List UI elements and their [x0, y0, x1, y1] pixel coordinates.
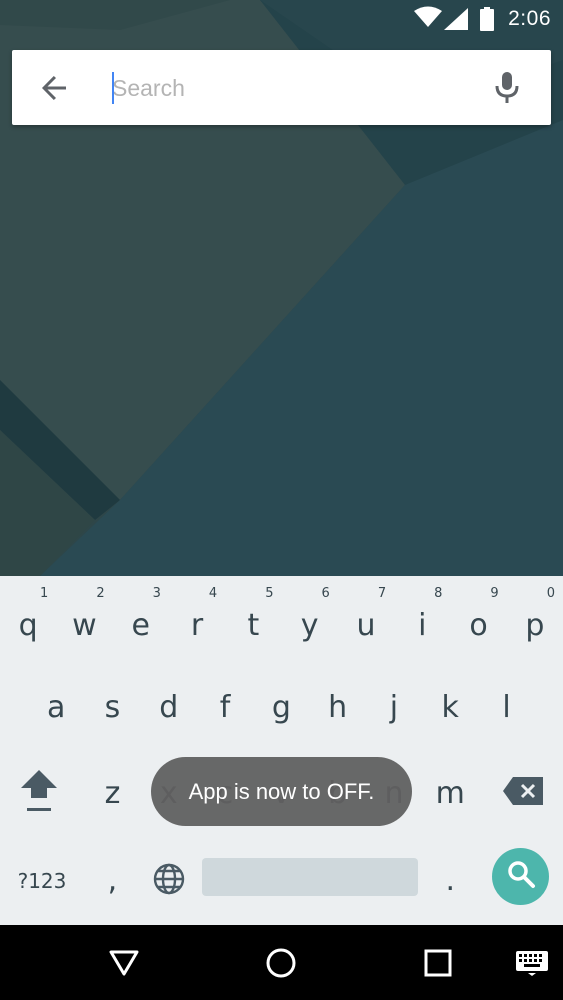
key-f[interactable]: f	[197, 664, 253, 750]
key-e[interactable]: 3e	[113, 576, 169, 664]
comma-key[interactable]: ,	[84, 836, 140, 925]
shift-icon	[19, 766, 59, 820]
symbols-key[interactable]: ?123	[6, 836, 78, 925]
key-u[interactable]: 7u	[338, 576, 394, 664]
status-time: 2:06	[508, 7, 551, 30]
key-r[interactable]: 4r	[169, 576, 225, 664]
key-j[interactable]: j	[366, 664, 422, 750]
search-input[interactable]	[112, 68, 472, 108]
period-key[interactable]: .	[422, 836, 478, 925]
key-p[interactable]: 0p	[507, 576, 563, 664]
key-g[interactable]: g	[253, 664, 309, 750]
text-cursor	[112, 72, 114, 104]
recents-nav-icon[interactable]	[420, 945, 456, 981]
home-nav-icon[interactable]	[263, 945, 299, 981]
search-action-key[interactable]	[492, 848, 549, 905]
key-y[interactable]: 6y	[282, 576, 338, 664]
status-bar: 2:06	[0, 0, 563, 38]
search-icon	[506, 859, 536, 894]
navigation-bar	[0, 925, 563, 1000]
keyboard-switch-icon[interactable]	[514, 945, 550, 981]
microphone-icon[interactable]	[492, 70, 522, 106]
key-q[interactable]: 1q	[0, 576, 56, 664]
key-o[interactable]: 9o	[450, 576, 506, 664]
search-bar	[12, 50, 551, 125]
wifi-icon	[414, 6, 442, 33]
key-t[interactable]: 5t	[225, 576, 281, 664]
signal-icon	[444, 8, 468, 35]
backspace-key[interactable]	[490, 750, 556, 836]
key-k[interactable]: k	[422, 664, 478, 750]
key-w[interactable]: 2w	[56, 576, 112, 664]
key-a[interactable]: a	[28, 664, 84, 750]
language-key[interactable]	[141, 836, 197, 925]
space-key[interactable]	[202, 858, 418, 896]
toast-message: App is now to OFF.	[151, 757, 412, 826]
key-l[interactable]: l	[478, 664, 534, 750]
shift-key[interactable]	[10, 750, 68, 836]
key-s[interactable]: s	[84, 664, 140, 750]
key-h[interactable]: h	[310, 664, 366, 750]
globe-icon	[152, 862, 186, 900]
key-i[interactable]: 8i	[394, 576, 450, 664]
backspace-icon	[503, 777, 543, 809]
battery-icon	[480, 7, 494, 36]
keyboard: 1q 2w 3e 4r 5t 6y 7u 8i 9o 0p a s d f g …	[0, 576, 563, 925]
back-arrow-icon[interactable]	[38, 72, 70, 104]
key-m[interactable]: m	[422, 750, 478, 836]
back-nav-icon[interactable]	[106, 945, 142, 981]
key-d[interactable]: d	[141, 664, 197, 750]
key-z[interactable]: z	[84, 750, 140, 836]
